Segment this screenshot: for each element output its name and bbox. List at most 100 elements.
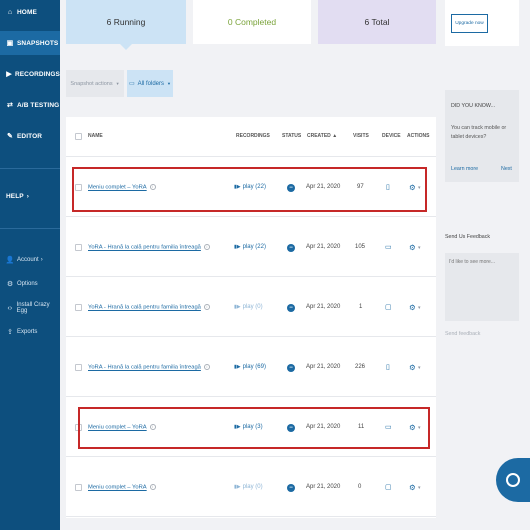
header-recordings[interactable]: RECORDINGS — [236, 133, 270, 139]
row-checkbox[interactable] — [75, 364, 82, 371]
sidebar-divider — [0, 228, 60, 229]
header-name[interactable]: NAME — [88, 133, 103, 139]
nav-recordings[interactable]: ▶ RECORDINGS — [0, 62, 60, 86]
highlight-box — [72, 167, 427, 212]
snapshot-name-link[interactable]: YoRA - Hrană la cală pentru familia într… — [88, 305, 201, 311]
nav-help[interactable]: HELP › — [0, 184, 60, 208]
header-created[interactable]: CREATED ▲ — [307, 133, 337, 139]
nav-exports-label: Exports — [17, 329, 38, 335]
recordings-play-link[interactable]: ▮▶ play (69) — [234, 364, 266, 370]
nav-account-label: Account — [17, 257, 39, 263]
gear-icon[interactable]: ⚙ — [409, 483, 416, 492]
send-feedback-link[interactable]: Send feedback — [445, 331, 480, 337]
upgrade-card: Upgrade now — [445, 0, 519, 46]
nav-home-label: HOME — [17, 8, 37, 16]
chat-icon — [506, 473, 520, 487]
caret-down-icon[interactable]: ▾ — [418, 305, 421, 311]
upgrade-now-button[interactable]: Upgrade now — [451, 14, 488, 33]
nav-options[interactable]: ⚙ Options — [0, 276, 60, 292]
header-visits[interactable]: VISITS — [353, 133, 369, 139]
summary-running[interactable]: 6 Running — [66, 0, 186, 50]
all-folders-label: All folders — [137, 80, 165, 87]
status-running-icon[interactable]: − — [287, 484, 295, 492]
recordings-play-label: play (69) — [242, 364, 266, 370]
all-folders-button[interactable]: ▭ All folders ▼ — [127, 70, 173, 97]
snapshot-name-link[interactable]: YoRA - Hrană la cală pentru familia într… — [88, 245, 201, 251]
visits-count: 105 — [355, 244, 366, 250]
feedback-title: Send Us Feedback — [445, 234, 491, 240]
visits-count: 226 — [355, 364, 366, 370]
snapshot-actions-label: Snapshot actions — [70, 80, 113, 87]
mobile-icon: ▯ — [386, 364, 390, 371]
gear-icon[interactable]: ⚙ — [409, 303, 416, 312]
gear-icon[interactable]: ⚙ — [409, 363, 416, 372]
snapshot-name-link[interactable]: Meniu complet – YoRA — [88, 485, 147, 491]
gear-icon[interactable]: ⚙ — [409, 243, 416, 252]
caret-down-icon: ▼ — [115, 81, 120, 86]
nav-account[interactable]: 👤 Account › — [0, 252, 60, 268]
status-running-icon[interactable]: − — [287, 244, 295, 252]
row-name-cell: YoRA - Hrană la cală pentru familia într… — [88, 244, 210, 251]
header-actions[interactable]: ACTIONS — [407, 133, 430, 139]
snapshot-name-link[interactable]: YoRA - Hrană la cală pentru familia într… — [88, 365, 201, 371]
select-all-checkbox[interactable] — [75, 133, 82, 140]
learn-more-link[interactable]: Learn more — [451, 166, 478, 172]
table-row: YoRA - Hrană la cală pentru familia într… — [66, 337, 436, 397]
nav-ab-testing[interactable]: ⇄ A/B TESTING — [0, 93, 60, 117]
sidebar-divider — [0, 168, 60, 169]
recordings-play-link[interactable]: ▮▶ play (0) — [234, 484, 263, 490]
header-device[interactable]: DEVICE — [382, 133, 401, 139]
row-checkbox[interactable] — [75, 484, 82, 491]
next-link[interactable]: Next — [501, 166, 512, 172]
chevron-right-icon: › — [40, 257, 43, 263]
film-icon: ▮▶ — [234, 304, 241, 310]
gear-icon: ⚙ — [6, 281, 14, 288]
status-running-icon[interactable]: − — [287, 304, 295, 312]
recordings-play-link[interactable]: ▮▶ play (0) — [234, 304, 263, 310]
nav-home[interactable]: ⌂ HOME — [0, 0, 60, 24]
status-running-icon[interactable]: − — [287, 364, 295, 372]
caret-down-icon[interactable]: ▾ — [418, 365, 421, 371]
nav-editor[interactable]: ✎ EDITOR — [0, 124, 60, 148]
nav-snapshots[interactable]: ▣ SNAPSHOTS — [0, 31, 60, 55]
tablet-icon: ▢ — [385, 304, 392, 311]
info-icon[interactable]: i — [149, 484, 156, 490]
did-you-know-card: DID YOU KNOW... You can track mobile or … — [445, 90, 519, 182]
ab-testing-icon: ⇄ — [7, 102, 13, 109]
summary-total[interactable]: 6 Total — [318, 0, 436, 44]
info-icon[interactable]: i — [203, 304, 210, 310]
row-name-cell: Meniu complet – YoRA i — [88, 484, 156, 491]
right-panel: Upgrade now DID YOU KNOW... You can trac… — [445, 0, 530, 530]
caret-down-icon[interactable]: ▾ — [418, 485, 421, 491]
nav-recordings-label: RECORDINGS — [14, 70, 60, 78]
film-icon: ▮▶ — [234, 244, 241, 250]
feedback-input[interactable] — [445, 253, 519, 321]
snapshot-actions-button[interactable]: Snapshot actions ▼ — [66, 70, 124, 97]
desktop-icon: ▭ — [385, 244, 392, 251]
film-icon: ▮▶ — [234, 484, 241, 490]
chevron-right-icon: › — [26, 192, 30, 200]
sort-up-icon: ▲ — [332, 133, 338, 139]
caret-down-icon[interactable]: ▾ — [418, 245, 421, 251]
nav-install[interactable]: ‹› Install Crazy Egg — [0, 300, 60, 316]
sidebar: ⌂ HOME ▣ SNAPSHOTS ▶ RECORDINGS ⇄ A/B TE… — [0, 0, 60, 530]
header-status[interactable]: STATUS — [282, 133, 301, 139]
summary-completed[interactable]: 0 Completed — [193, 0, 311, 44]
nav-ab-testing-label: A/B TESTING — [17, 101, 60, 109]
recordings-play-label: play (0) — [242, 304, 263, 310]
info-icon[interactable]: i — [203, 244, 210, 250]
row-checkbox[interactable] — [75, 304, 82, 311]
recordings-play-link[interactable]: ▮▶ play (22) — [234, 244, 266, 250]
tablet-icon: ▢ — [385, 484, 392, 491]
nav-editor-label: EDITOR — [17, 132, 43, 140]
row-name-cell: YoRA - Hrană la cală pentru familia într… — [88, 364, 210, 371]
highlight-box — [78, 407, 430, 449]
row-checkbox[interactable] — [75, 244, 82, 251]
row-name-cell: YoRA - Hrană la cală pentru familia într… — [88, 304, 210, 311]
recordings-play-label: play (22) — [242, 244, 266, 250]
did-you-know-text: You can track mobile or tablet devices? — [451, 125, 507, 140]
visits-count: 0 — [358, 484, 362, 490]
nav-exports[interactable]: ⇪ Exports — [0, 324, 60, 340]
info-icon[interactable]: i — [203, 364, 210, 370]
nav-help-label: HELP — [6, 192, 24, 200]
